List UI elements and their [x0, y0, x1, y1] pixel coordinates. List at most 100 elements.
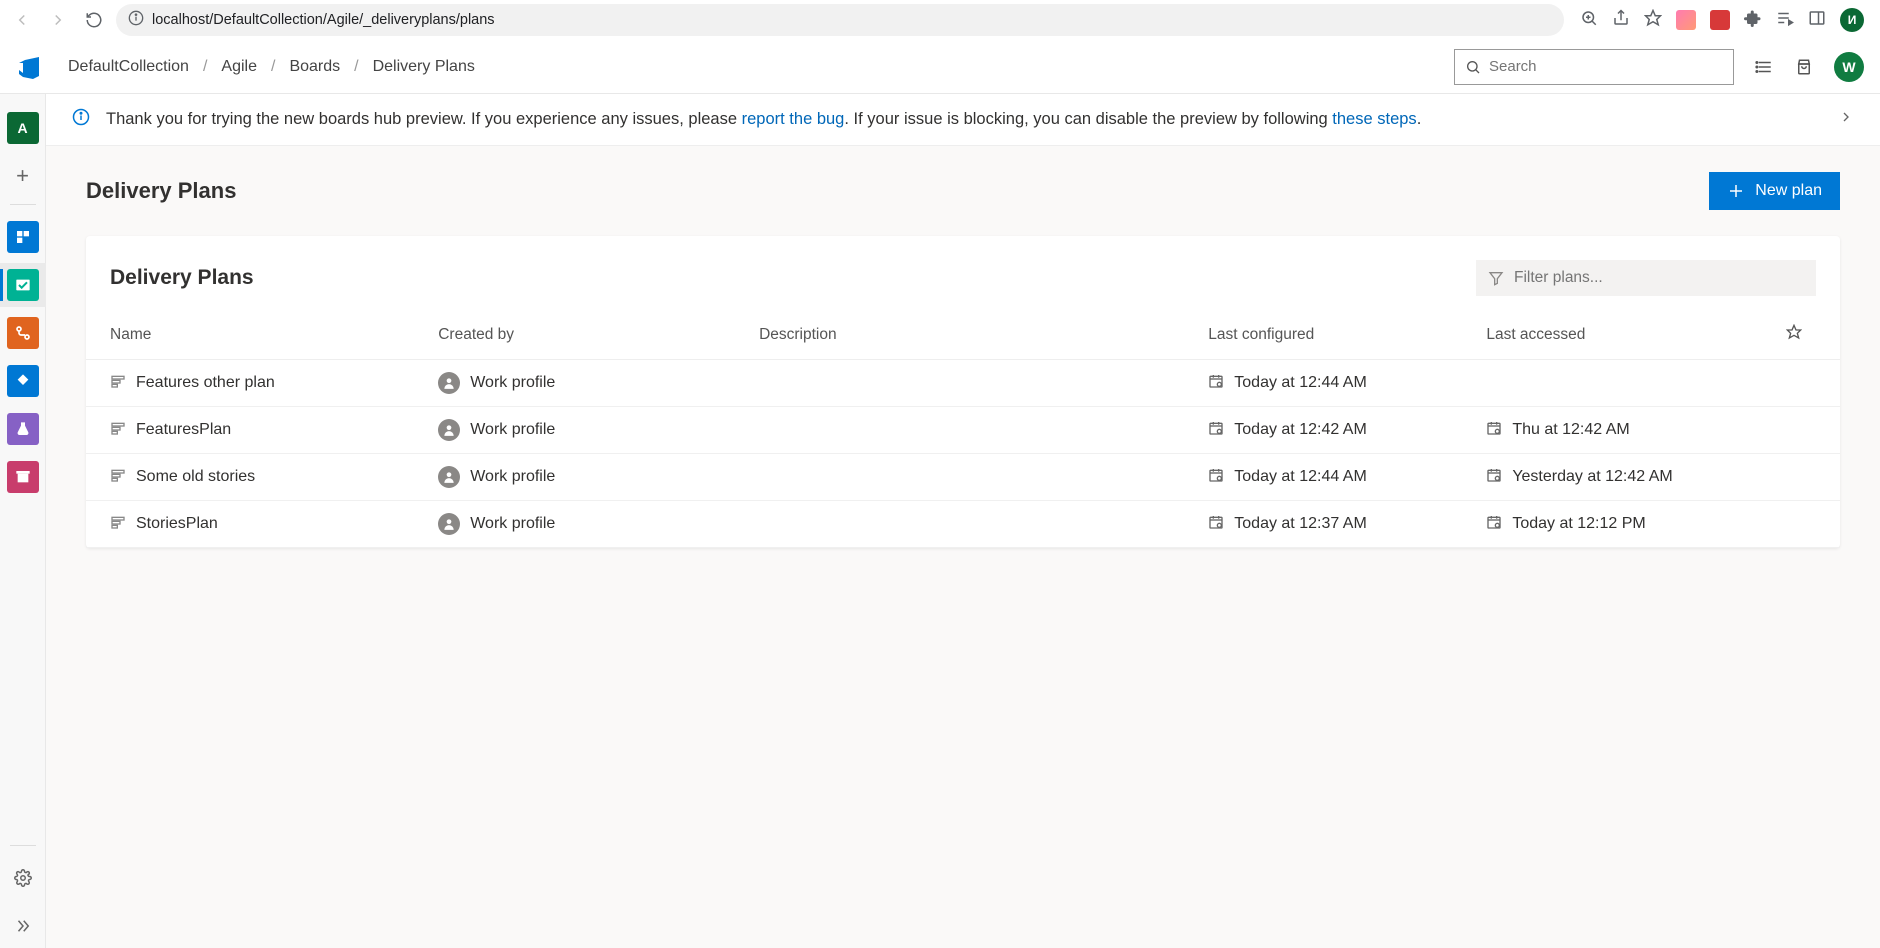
col-last-configured[interactable]: Last configured: [1198, 314, 1476, 360]
star-outline-icon: [1786, 324, 1802, 340]
banner-next-button[interactable]: [1838, 109, 1854, 130]
banner-link-report[interactable]: report the bug: [742, 110, 845, 128]
back-button[interactable]: [8, 6, 36, 34]
search-box[interactable]: [1454, 49, 1734, 85]
col-favorite[interactable]: [1776, 314, 1840, 360]
rail-settings-button[interactable]: [7, 862, 39, 894]
site-info-icon[interactable]: [128, 10, 144, 30]
calendar-icon: [1486, 467, 1502, 488]
user-avatar-initial: W: [1842, 59, 1855, 75]
table-row[interactable]: StoriesPlanWork profileToday at 12:37 AM…: [86, 501, 1840, 548]
forward-button[interactable]: [44, 6, 72, 34]
panel-icon[interactable]: [1808, 9, 1826, 32]
shopping-bag-icon[interactable]: [1794, 57, 1814, 77]
table-row[interactable]: Features other plan Work profile Today at …: [86, 360, 1840, 407]
plus-icon: [1727, 182, 1745, 200]
playlist-icon[interactable]: [1776, 9, 1794, 32]
arrow-left-icon: [13, 11, 31, 29]
left-nav-rail: A +: [0, 94, 46, 948]
calendar-icon: [1486, 514, 1502, 535]
bookmark-star-icon[interactable]: [1644, 9, 1662, 32]
url-bar[interactable]: localhost/DefaultCollection/Agile/_deliv…: [116, 4, 1564, 36]
filter-input[interactable]: [1514, 269, 1804, 287]
plan-last-accessed: Yesterday at 12:42 AM: [1512, 468, 1672, 486]
banner-text: Thank you for trying the new boards hub …: [106, 110, 1421, 129]
url-text: localhost/DefaultCollection/Agile/_deliv…: [152, 12, 495, 28]
table-header-row: Name Created by Description Last configu…: [86, 314, 1840, 360]
browser-profile-avatar[interactable]: И: [1840, 8, 1864, 32]
extensions-puzzle-icon[interactable]: [1744, 9, 1762, 32]
main-content: Thank you for trying the new boards hub …: [46, 94, 1880, 948]
user-avatar[interactable]: W: [1834, 52, 1864, 82]
person-icon: [438, 466, 460, 488]
new-plan-label: New plan: [1755, 182, 1822, 200]
rail-artifacts-icon[interactable]: [7, 461, 39, 493]
plan-last-accessed: Thu at 12:42 AM: [1512, 421, 1629, 439]
col-last-accessed[interactable]: Last accessed: [1476, 314, 1775, 360]
search-input[interactable]: [1489, 58, 1723, 75]
rail-boards-icon[interactable]: [7, 269, 39, 301]
chevron-double-right-icon: [14, 917, 32, 935]
share-icon[interactable]: [1612, 9, 1630, 32]
col-name[interactable]: Name: [86, 314, 428, 360]
page-title-row: Delivery Plans New plan: [46, 146, 1880, 226]
plan-last-configured: Today at 12:37 AM: [1234, 515, 1367, 533]
breadcrumb-separator: /: [271, 58, 275, 76]
extension-icon-2[interactable]: [1710, 10, 1730, 30]
zoom-icon[interactable]: [1580, 9, 1598, 32]
table-row[interactable]: FeaturesPlan Work profile Today at 12:42 A…: [86, 407, 1840, 454]
extension-icon-1[interactable]: [1676, 10, 1696, 30]
chevron-right-icon: [1838, 109, 1854, 125]
rail-add-button[interactable]: +: [7, 160, 39, 192]
plan-last-configured: Today at 12:42 AM: [1234, 421, 1367, 439]
gear-icon: [14, 869, 32, 887]
rail-project-avatar[interactable]: A: [7, 112, 39, 144]
calendar-icon: [1208, 420, 1224, 441]
browser-actions: И: [1572, 8, 1872, 32]
banner-link-steps[interactable]: these steps: [1332, 110, 1416, 128]
breadcrumb-item-1[interactable]: Agile: [221, 58, 257, 76]
rail-testplans-icon[interactable]: [7, 413, 39, 445]
table-row[interactable]: Some old stories Work profile Today at 12:…: [86, 454, 1840, 501]
preview-info-banner: Thank you for trying the new boards hub …: [46, 94, 1880, 146]
calendar-icon: [1486, 420, 1502, 441]
list-icon[interactable]: [1754, 57, 1774, 77]
plan-last-configured: Today at 12:44 AM: [1234, 374, 1367, 392]
new-plan-button[interactable]: New plan: [1709, 172, 1840, 210]
plan-icon: [110, 420, 126, 441]
rail-separator: [10, 845, 36, 846]
plan-creator: Work profile: [470, 468, 555, 486]
plan-name: Some old stories: [136, 468, 255, 486]
page-title: Delivery Plans: [86, 178, 236, 204]
breadcrumb-item-2[interactable]: Boards: [289, 58, 340, 76]
col-created-by[interactable]: Created by: [428, 314, 749, 360]
breadcrumb: DefaultCollection / Agile / Boards / Del…: [68, 58, 475, 76]
breadcrumb-item-3[interactable]: Delivery Plans: [373, 58, 475, 76]
plan-creator: Work profile: [470, 374, 555, 392]
plan-name: Features other plan: [136, 374, 275, 392]
person-icon: [438, 372, 460, 394]
plan-creator: Work profile: [470, 421, 555, 439]
plan-last-configured: Today at 12:44 AM: [1234, 468, 1367, 486]
person-icon: [438, 513, 460, 535]
banner-suffix: .: [1417, 110, 1422, 128]
rail-repos-icon[interactable]: [7, 317, 39, 349]
plan-icon: [110, 467, 126, 488]
filter-box[interactable]: [1476, 260, 1816, 296]
col-description[interactable]: Description: [749, 314, 1198, 360]
azure-devops-logo-icon[interactable]: [16, 54, 42, 80]
app-header: DefaultCollection / Agile / Boards / Del…: [0, 40, 1880, 94]
breadcrumb-separator: /: [354, 58, 358, 76]
app-header-right: W: [1454, 49, 1864, 85]
person-icon: [438, 419, 460, 441]
reload-button[interactable]: [80, 6, 108, 34]
rail-expand-button[interactable]: [7, 910, 39, 942]
rail-pipelines-icon[interactable]: [7, 365, 39, 397]
rail-overview-icon[interactable]: [7, 221, 39, 253]
rail-separator: [10, 204, 36, 205]
breadcrumb-item-0[interactable]: DefaultCollection: [68, 58, 189, 76]
calendar-icon: [1208, 467, 1224, 488]
plan-name: FeaturesPlan: [136, 421, 231, 439]
browser-chrome-bar: localhost/DefaultCollection/Agile/_deliv…: [0, 0, 1880, 40]
search-icon: [1465, 59, 1481, 75]
